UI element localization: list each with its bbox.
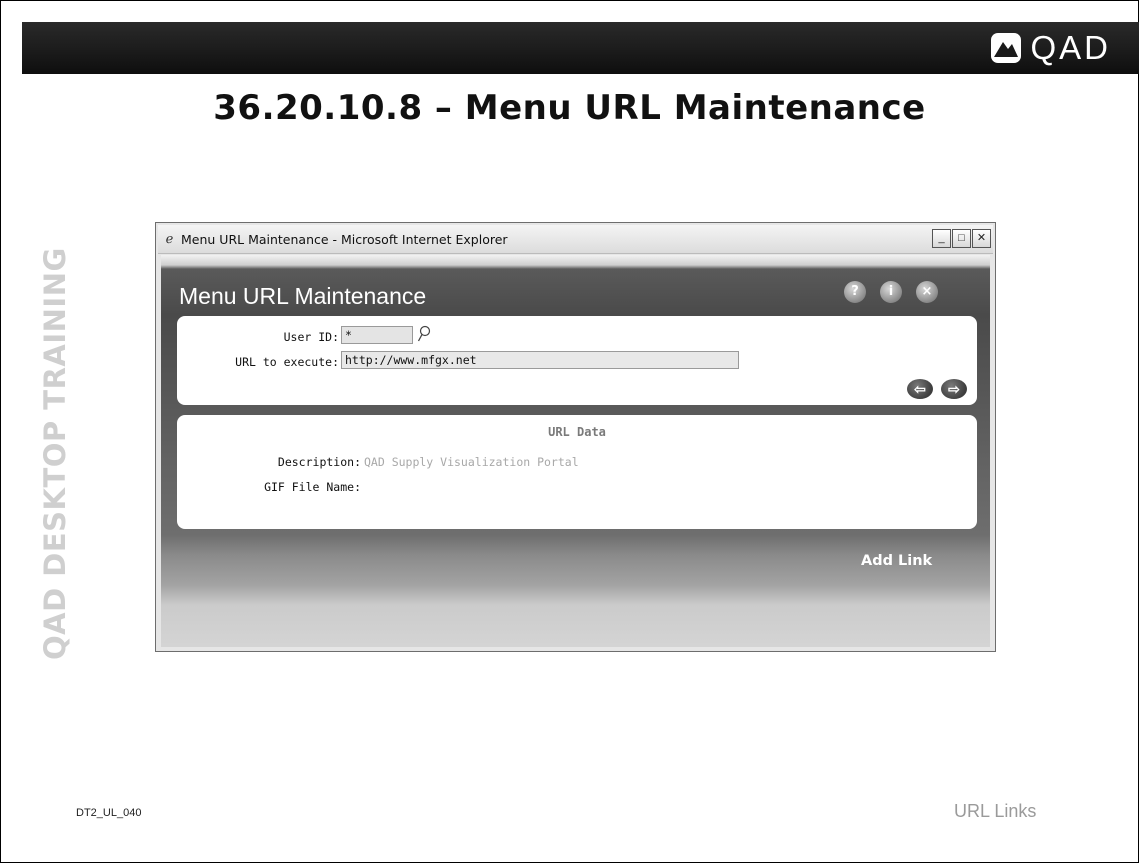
minimize-icon[interactable]: _ (932, 229, 951, 248)
url-data-title: URL Data (548, 425, 606, 439)
prev-arrow-icon[interactable]: ⇦ (907, 379, 933, 399)
info-icon[interactable]: i (880, 281, 902, 303)
close-icon[interactable]: ✕ (972, 229, 991, 248)
app-title: Menu URL Maintenance (179, 283, 427, 309)
gif-file-label: GIF File Name: (264, 480, 361, 494)
next-arrow-icon[interactable]: ⇨ (941, 379, 967, 399)
description-value: QAD Supply Visualization Portal (364, 455, 579, 469)
add-link-button[interactable]: Add Link (861, 553, 932, 569)
help-icon[interactable]: ? (844, 281, 866, 303)
header-bar: QAD (22, 22, 1139, 74)
close-app-icon[interactable]: × (916, 281, 938, 303)
side-label: QAD DESKTOP TRAINING (38, 247, 72, 660)
user-id-label: User ID: (283, 330, 339, 344)
app-content: Menu URL Maintenance ? i × User ID: * UR… (161, 255, 990, 647)
ie-icon: ℯ (165, 231, 174, 246)
url-data-panel: URL Data Description: QAD Supply Visuali… (177, 415, 977, 529)
slide-title: 36.20.10.8 – Menu URL Maintenance (213, 88, 926, 128)
logo-text: QAD (1030, 29, 1111, 66)
user-id-field[interactable]: * (341, 326, 413, 344)
url-field[interactable]: http://www.mfgx.net (341, 351, 739, 369)
url-label: URL to execute: (235, 355, 339, 369)
maximize-icon[interactable]: □ (952, 229, 971, 248)
lookup-icon[interactable] (417, 325, 431, 343)
description-label: Description: (277, 455, 361, 469)
qad-logo-icon (991, 33, 1022, 63)
qad-logo: QAD (990, 28, 1111, 68)
search-panel: User ID: * URL to execute: http://www.mf… (177, 316, 977, 405)
footer-label: URL Links (954, 801, 1037, 821)
window-titlebar[interactable]: ℯ Menu URL Maintenance - Microsoft Inter… (158, 225, 993, 254)
window-title: Menu URL Maintenance - Microsoft Interne… (181, 232, 508, 247)
browser-window: ℯ Menu URL Maintenance - Microsoft Inter… (155, 222, 996, 652)
footer-code: DT2_UL_040 (76, 807, 142, 819)
